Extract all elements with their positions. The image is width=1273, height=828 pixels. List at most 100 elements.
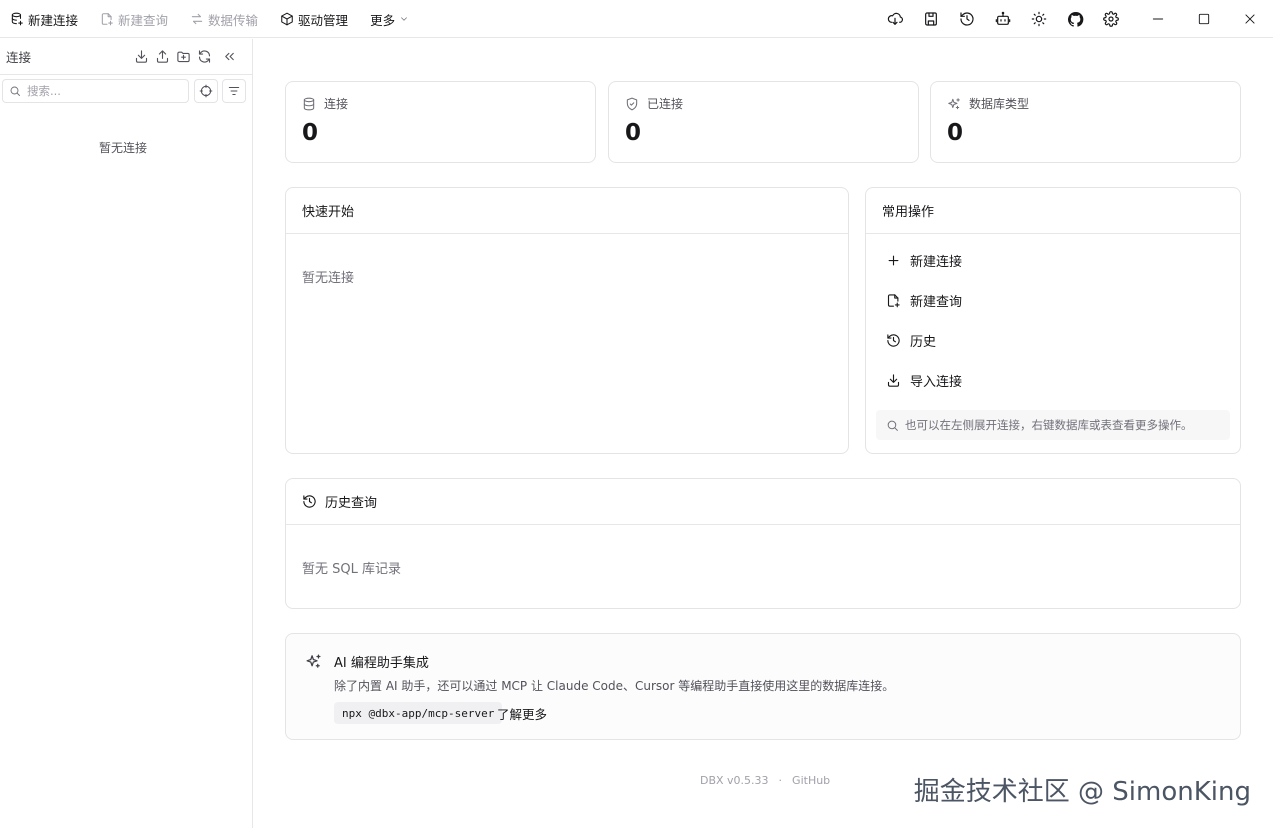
maximize-icon bbox=[1197, 12, 1211, 26]
action-import-connection[interactable]: 导入连接 bbox=[886, 371, 962, 390]
settings-button[interactable] bbox=[1093, 0, 1129, 38]
maximize-button[interactable] bbox=[1181, 0, 1227, 38]
crosshair-icon bbox=[199, 84, 213, 98]
history-icon bbox=[959, 11, 975, 27]
ai-title: AI 编程助手集成 bbox=[334, 656, 429, 671]
search-input[interactable] bbox=[27, 84, 177, 98]
top-toolbar: 新建连接 新建查询 数据传输 驱动管理 更多 bbox=[0, 0, 1273, 38]
download-icon bbox=[133, 47, 150, 65]
github-link[interactable]: GitHub bbox=[792, 774, 830, 787]
theme-toggle-button[interactable] bbox=[1021, 0, 1057, 38]
shield-check-icon bbox=[625, 97, 639, 111]
export-button[interactable] bbox=[154, 47, 171, 65]
stat-card-db-types: 数据库类型 0 bbox=[930, 81, 1241, 163]
new-query-label: 新建查询 bbox=[118, 12, 169, 28]
save-button[interactable] bbox=[913, 0, 949, 38]
common-actions-header: 常用操作 bbox=[866, 188, 1240, 234]
learn-more-link[interactable]: 了解更多 bbox=[497, 704, 547, 723]
download-icon bbox=[886, 373, 901, 388]
stat-value: 0 bbox=[625, 120, 642, 146]
stat-label: 数据库类型 bbox=[969, 97, 1030, 111]
hint-box: 也可以在左侧展开连接，右键数据库或表查看更多操作。 bbox=[876, 410, 1230, 440]
more-menu-button[interactable]: 更多 bbox=[366, 5, 413, 33]
gear-icon bbox=[1103, 11, 1119, 27]
plus-icon bbox=[886, 253, 901, 268]
driver-manage-button[interactable]: 驱动管理 bbox=[276, 5, 352, 33]
sidebar-header: 连接 bbox=[0, 39, 252, 75]
history-button[interactable] bbox=[949, 0, 985, 38]
data-transfer-label: 数据传输 bbox=[208, 12, 259, 28]
refresh-button[interactable] bbox=[196, 47, 213, 65]
more-label: 更多 bbox=[370, 12, 396, 28]
sidebar-title: 连接 bbox=[6, 50, 32, 65]
file-plus-icon bbox=[886, 293, 901, 308]
search-box bbox=[2, 79, 189, 103]
data-transfer-button[interactable]: 数据传输 bbox=[186, 5, 262, 33]
action-new-connection[interactable]: 新建连接 bbox=[886, 251, 962, 270]
search-icon bbox=[9, 85, 21, 97]
stat-card-connected: 已连接 0 bbox=[608, 81, 919, 163]
history-header: 历史查询 bbox=[286, 479, 1240, 525]
hint-text: 也可以在左侧展开连接，右键数据库或表查看更多操作。 bbox=[905, 418, 1193, 432]
package-icon bbox=[280, 12, 294, 26]
stat-card-connections: 连接 0 bbox=[285, 81, 596, 163]
new-folder-button[interactable] bbox=[175, 47, 192, 65]
arrows-exchange-icon bbox=[190, 12, 204, 26]
robot-icon bbox=[995, 11, 1011, 27]
cloud-download-button[interactable] bbox=[877, 0, 913, 38]
footer-separator: · bbox=[778, 774, 783, 787]
filter-button[interactable] bbox=[222, 79, 246, 103]
github-button[interactable] bbox=[1057, 0, 1093, 38]
action-label: 历史 bbox=[910, 335, 937, 350]
common-actions-title: 常用操作 bbox=[882, 205, 935, 220]
stat-value: 0 bbox=[302, 120, 319, 146]
stat-label: 已连接 bbox=[647, 97, 684, 111]
action-label: 新建连接 bbox=[910, 255, 963, 270]
minimize-icon bbox=[1151, 12, 1165, 26]
chevrons-left-icon bbox=[221, 47, 238, 65]
filter-lines-icon bbox=[227, 84, 241, 98]
cloud-download-icon bbox=[887, 11, 903, 27]
action-label: 新建查询 bbox=[910, 295, 963, 310]
quick-start-title: 快速开始 bbox=[302, 205, 355, 220]
locate-button[interactable] bbox=[194, 79, 218, 103]
database-plus-icon bbox=[10, 12, 24, 26]
ai-description: 除了内置 AI 助手，还可以通过 MCP 让 Claude Code、Curso… bbox=[334, 679, 895, 693]
save-icon bbox=[923, 11, 939, 27]
history-empty-text: 暂无 SQL 库记录 bbox=[302, 562, 401, 577]
action-new-query[interactable]: 新建查询 bbox=[886, 291, 962, 310]
new-connection-button[interactable]: 新建连接 bbox=[6, 5, 82, 33]
folder-plus-icon bbox=[175, 47, 192, 65]
common-actions-panel: 常用操作 新建连接 新建查询 历史 导入连接 也可以在左侧展开连接，右键数据库或… bbox=[865, 187, 1241, 454]
github-icon bbox=[1067, 11, 1084, 28]
collapse-sidebar-button[interactable] bbox=[221, 47, 238, 65]
watermark-text: 掘金技术社区 @ SimonKing bbox=[913, 777, 1251, 807]
footer: DBX v0.5.33 · GitHub bbox=[700, 774, 830, 787]
sparkles-icon bbox=[947, 97, 961, 111]
import-button[interactable] bbox=[133, 47, 150, 65]
history-title: 历史查询 bbox=[325, 496, 378, 511]
minimize-button[interactable] bbox=[1135, 0, 1181, 38]
sparkles-icon bbox=[305, 653, 322, 670]
ai-integration-card: AI 编程助手集成 除了内置 AI 助手，还可以通过 MCP 让 Claude … bbox=[285, 633, 1241, 740]
quick-start-empty-text: 暂无连接 bbox=[302, 271, 355, 286]
close-button[interactable] bbox=[1227, 0, 1273, 38]
ai-assistant-button[interactable] bbox=[985, 0, 1021, 38]
refresh-icon bbox=[196, 47, 213, 65]
stat-label: 连接 bbox=[324, 97, 349, 111]
driver-manage-label: 驱动管理 bbox=[298, 12, 349, 28]
quick-start-header: 快速开始 bbox=[286, 188, 848, 234]
database-icon bbox=[302, 97, 316, 111]
history-panel: 历史查询 暂无 SQL 库记录 bbox=[285, 478, 1241, 609]
new-connection-label: 新建连接 bbox=[28, 12, 79, 28]
close-icon bbox=[1243, 12, 1257, 26]
action-history[interactable]: 历史 bbox=[886, 331, 936, 350]
sidebar: 连接 暂 bbox=[0, 39, 253, 828]
new-query-button[interactable]: 新建查询 bbox=[96, 5, 172, 33]
stat-value: 0 bbox=[947, 120, 964, 146]
action-label: 导入连接 bbox=[910, 375, 963, 390]
sun-icon bbox=[1031, 11, 1047, 27]
history-icon bbox=[886, 333, 901, 348]
mcp-command-code[interactable]: npx @dbx-app/mcp-server bbox=[334, 702, 503, 724]
quick-start-panel: 快速开始 暂无连接 bbox=[285, 187, 849, 454]
